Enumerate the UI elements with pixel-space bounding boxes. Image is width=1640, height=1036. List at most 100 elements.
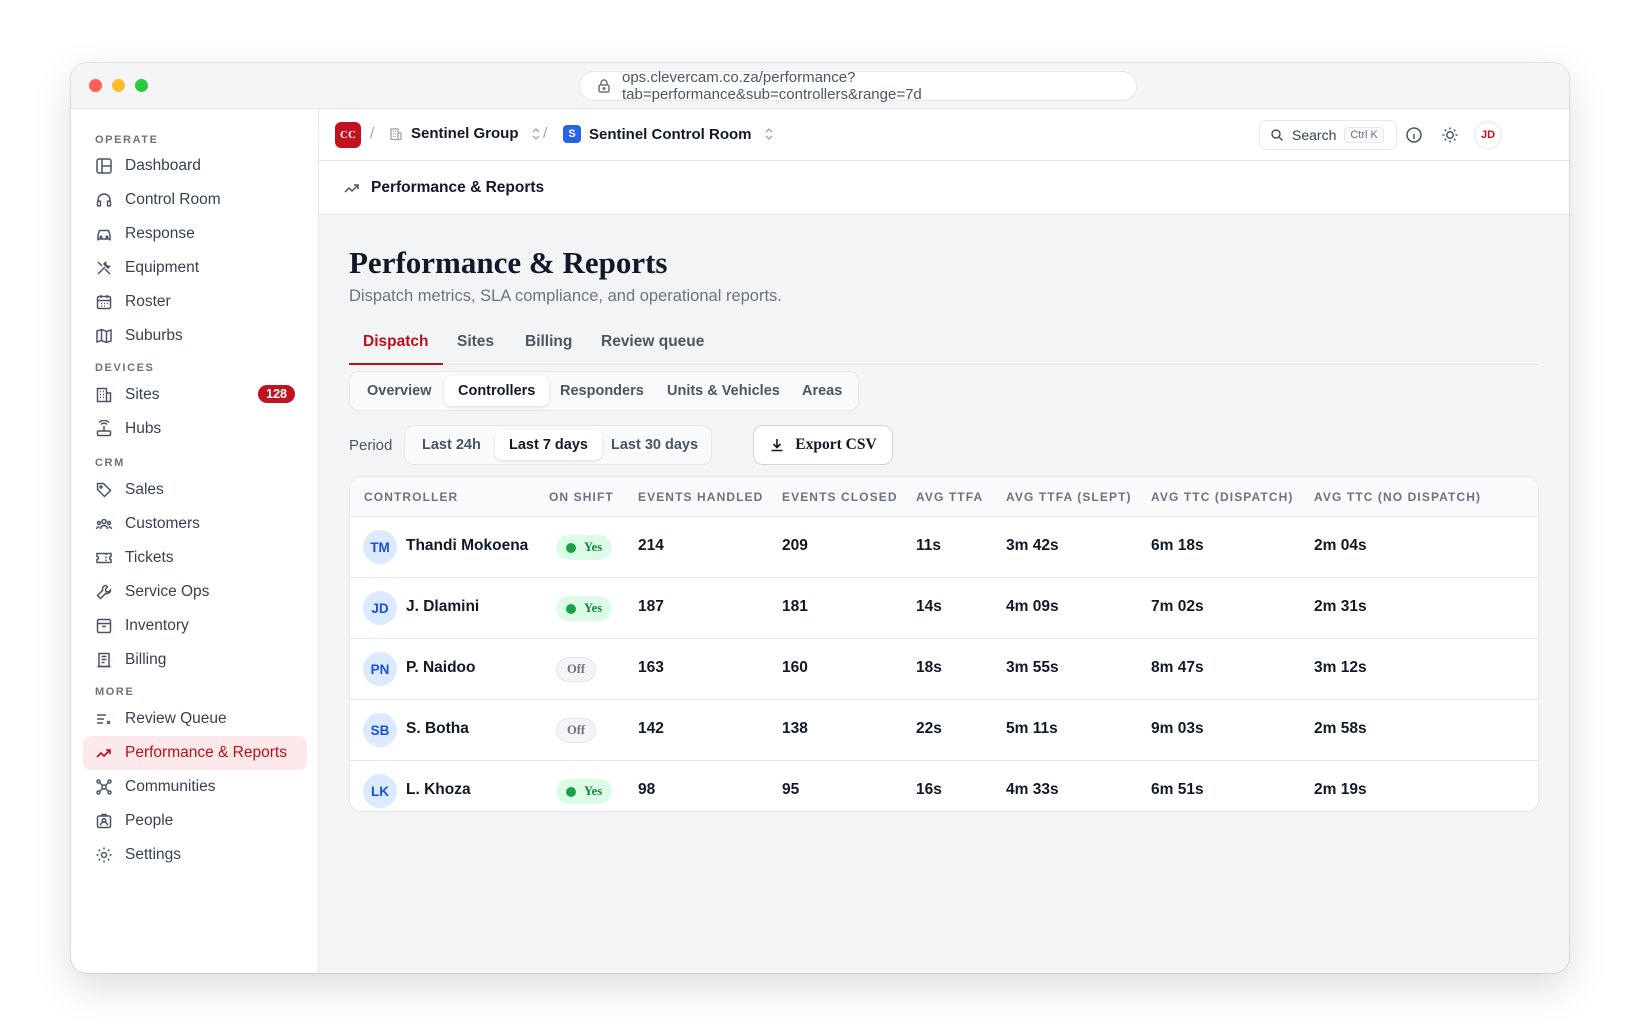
sidebar-item-sales[interactable]: Sales bbox=[83, 473, 307, 507]
sidebar-item-response[interactable]: Response bbox=[83, 217, 307, 251]
sidebar-item-inventory[interactable]: Inventory bbox=[83, 609, 307, 643]
breadcrumb-separator: / bbox=[370, 125, 375, 142]
info-icon[interactable] bbox=[1404, 125, 1424, 145]
download-icon bbox=[771, 439, 783, 452]
status-dot bbox=[566, 603, 576, 614]
export-csv-label: Export CSV bbox=[795, 436, 877, 453]
control-room-switcher[interactable]: S Sentinel Control Room bbox=[563, 125, 782, 143]
controller-name: P. Naidoo bbox=[406, 659, 476, 676]
archive-icon bbox=[96, 618, 112, 634]
avg-ttfa-slept: 3m 55s bbox=[1006, 659, 1059, 676]
sidebar-item-label: Sites bbox=[125, 386, 160, 403]
app-logo[interactable]: CC bbox=[335, 122, 361, 148]
sidebar-item-review-queue[interactable]: Review Queue bbox=[83, 702, 307, 736]
events-handled: 187 bbox=[638, 598, 664, 615]
chevron-updown-icon bbox=[765, 128, 772, 140]
avg-ttfa-slept: 3m 42s bbox=[1006, 537, 1059, 554]
sidebar-item-settings[interactable]: Settings bbox=[83, 838, 307, 872]
period-last-24h[interactable]: Last 24h bbox=[408, 430, 495, 460]
sidebar-item-label: Roster bbox=[125, 293, 171, 310]
sidebar-item-sites[interactable]: Sites 128 bbox=[83, 378, 307, 412]
table-row[interactable]: SB S. Botha Off 142 138 22s 5m 11s 9m 03… bbox=[350, 700, 1538, 761]
table-row[interactable]: PN P. Naidoo Off 163 160 18s 3m 55s 8m 4… bbox=[350, 639, 1538, 700]
sidebar-item-customers[interactable]: Customers bbox=[83, 507, 307, 541]
sidebar-item-suburbs[interactable]: Suburbs bbox=[83, 319, 307, 353]
column-header: ON SHIFT bbox=[549, 490, 614, 504]
sidebar-item-billing[interactable]: Billing bbox=[83, 643, 307, 677]
sidebar-item-dashboard[interactable]: Dashboard bbox=[83, 149, 307, 183]
subtab-units-vehicles[interactable]: Units & Vehicles bbox=[653, 376, 794, 406]
sidebar-item-control-room[interactable]: Control Room bbox=[83, 183, 307, 217]
subtab-areas[interactable]: Areas bbox=[788, 376, 856, 406]
period-selector: Last 24h Last 7 days Last 30 days bbox=[404, 425, 712, 465]
sidebar-item-roster[interactable]: Roster bbox=[83, 285, 307, 319]
user-avatar[interactable]: JD bbox=[1474, 121, 1502, 149]
avg-ttc-dispatch: 7m 02s bbox=[1151, 598, 1204, 615]
events-closed: 160 bbox=[782, 659, 808, 676]
avg-ttc-no-dispatch: 3m 12s bbox=[1314, 659, 1367, 676]
subtab-responders[interactable]: Responders bbox=[546, 376, 658, 406]
sidebar-item-label: Equipment bbox=[125, 259, 200, 276]
tab-billing[interactable]: Billing bbox=[525, 333, 572, 351]
controller-avatar: TM bbox=[363, 530, 397, 564]
table-row[interactable]: JD J. Dlamini Yes 187 181 14s 4m 09s 7m … bbox=[350, 578, 1538, 639]
sidebar-item-equipment[interactable]: Equipment bbox=[83, 251, 307, 285]
on-shift-label: Yes bbox=[584, 540, 603, 554]
search-icon bbox=[1271, 129, 1284, 142]
controller-name: S. Botha bbox=[406, 720, 469, 737]
building-icon bbox=[390, 127, 402, 140]
table-row[interactable]: TM Thandi Mokoena Yes 214 209 11s 3m 42s… bbox=[350, 517, 1538, 578]
sun-icon[interactable] bbox=[1440, 125, 1460, 145]
period-last-7-days[interactable]: Last 7 days bbox=[495, 430, 602, 460]
sidebar-item-service-ops[interactable]: Service Ops bbox=[83, 575, 307, 609]
layout-icon bbox=[96, 158, 112, 174]
address-bar[interactable]: ops.clevercam.co.za/performance?tab=perf… bbox=[579, 69, 1137, 103]
controller-name: L. Khoza bbox=[406, 781, 471, 798]
period-label: Period bbox=[349, 437, 393, 454]
tag-icon bbox=[96, 482, 112, 498]
sidebar-item-hubs[interactable]: Hubs bbox=[83, 412, 307, 446]
search-button[interactable]: Search Ctrl K bbox=[1259, 120, 1397, 150]
subtab-controllers[interactable]: Controllers bbox=[444, 376, 550, 406]
control-room-name: Sentinel Control Room bbox=[589, 125, 752, 143]
sidebar-item-performance[interactable]: Performance & Reports bbox=[83, 736, 307, 770]
close-window-button[interactable] bbox=[89, 79, 102, 92]
column-header: AVG TTC (DISPATCH) bbox=[1151, 490, 1294, 504]
maximize-window-button[interactable] bbox=[135, 79, 148, 92]
tab-sites[interactable]: Sites bbox=[457, 333, 494, 351]
minimize-window-button[interactable] bbox=[112, 79, 125, 92]
avg-ttc-dispatch: 9m 03s bbox=[1151, 720, 1204, 737]
tab-dispatch[interactable]: Dispatch bbox=[363, 333, 428, 351]
subtab-overview[interactable]: Overview bbox=[353, 376, 446, 406]
id-badge-icon bbox=[96, 813, 112, 829]
avg-ttc-no-dispatch: 2m 19s bbox=[1314, 781, 1367, 798]
car-icon bbox=[97, 229, 111, 241]
export-csv-button[interactable]: Export CSV bbox=[753, 425, 893, 465]
off-shift-badge: Off bbox=[556, 657, 597, 682]
sidebar-item-tickets[interactable]: Tickets bbox=[83, 541, 307, 575]
avg-ttfa: 16s bbox=[916, 781, 942, 798]
column-header: AVG TTFA (SLEPT) bbox=[1006, 490, 1132, 504]
off-shift-badge: Off bbox=[556, 718, 597, 743]
sidebar-item-label: Control Room bbox=[125, 191, 221, 208]
controller-name: J. Dlamini bbox=[406, 598, 480, 615]
list-check-icon bbox=[97, 714, 111, 725]
events-closed: 209 bbox=[782, 537, 808, 554]
sidebar-item-label: Response bbox=[125, 225, 195, 242]
sidebar-item-people[interactable]: People bbox=[83, 804, 307, 838]
section-label-more: MORE bbox=[95, 686, 135, 698]
on-shift-badge: Yes bbox=[556, 535, 613, 560]
trending-up-icon bbox=[344, 183, 359, 193]
sidebar-item-label: Settings bbox=[125, 846, 182, 863]
org-switcher[interactable]: Sentinel Group bbox=[389, 125, 549, 142]
sidebar-item-label: Performance & Reports bbox=[125, 744, 287, 761]
table-row[interactable]: LK L. Khoza Yes 98 95 16s 4m 33s 6m 51s … bbox=[350, 761, 1538, 811]
column-header: CONTROLLER bbox=[364, 490, 459, 504]
sidebar-item-label: Sales bbox=[125, 481, 164, 498]
period-last-30-days[interactable]: Last 30 days bbox=[597, 430, 712, 460]
sidebar-item-communities[interactable]: Communities bbox=[83, 770, 307, 804]
events-handled: 163 bbox=[638, 659, 664, 676]
search-label: Search bbox=[1292, 127, 1337, 143]
tab-review-queue[interactable]: Review queue bbox=[601, 333, 704, 351]
avg-ttc-no-dispatch: 2m 58s bbox=[1314, 720, 1367, 737]
